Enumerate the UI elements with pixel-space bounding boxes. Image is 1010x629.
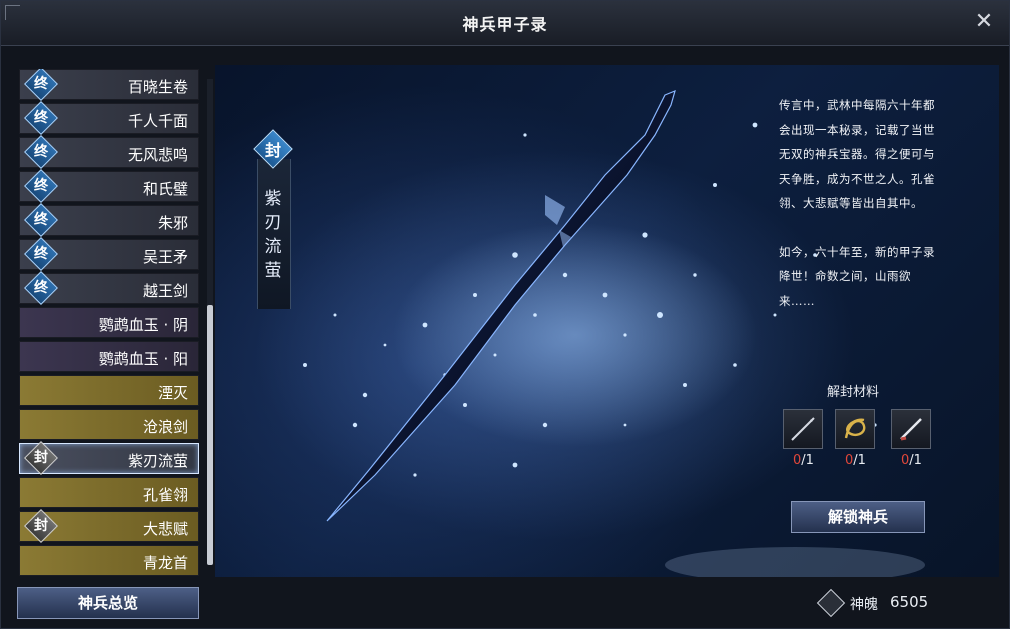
item-label: 越王剑 — [142, 282, 188, 300]
item-label: 无风悲鸣 — [127, 146, 188, 164]
material-slot[interactable] — [783, 409, 823, 449]
item-label: 朱邪 — [157, 214, 188, 232]
list-item[interactable]: 鹦鹉血玉 · 阴 — [19, 307, 199, 338]
item-label: 孔雀翎 — [142, 486, 188, 504]
item-label: 百晓生卷 — [127, 78, 188, 96]
list-item[interactable]: 终 和氏璧 — [19, 169, 199, 203]
list-item[interactable]: 鹦鹉血玉 · 阳 — [19, 341, 199, 372]
list-item[interactable]: 终 越王剑 — [19, 271, 199, 305]
lore-text: 传言中，武林中每隔六十年都会出现一本秘录，记载了当世无双的神兵宝器。得之便可与天… — [779, 93, 943, 313]
weapon-name: 紫刃流萤 — [264, 189, 282, 281]
soul-currency-icon — [816, 588, 846, 618]
item-label: 吴王矛 — [142, 248, 188, 266]
badge-text: 封 — [34, 450, 48, 466]
item-label: 鹦鹉血玉 · 阳 — [98, 350, 188, 368]
weapon-list: 终 百晓生卷 终 千人千面 终 无风悲鸣 终 和氏璧 终 朱邪 终 吴王矛 终 … — [19, 69, 199, 577]
list-item[interactable]: 终 百晓生卷 — [19, 69, 199, 101]
list-item[interactable]: 终 千人千面 — [19, 101, 199, 135]
item-label: 千人千面 — [127, 112, 188, 130]
list-item[interactable]: 孔雀翎 — [19, 477, 199, 508]
list-item[interactable]: 终 无风悲鸣 — [19, 135, 199, 169]
badge-text: 终 — [34, 110, 48, 126]
list-item[interactable]: 青龙首 — [19, 545, 199, 576]
badge-text: 终 — [34, 280, 48, 296]
item-label: 鹦鹉血玉 · 阴 — [98, 316, 188, 334]
list-item[interactable]: 封 大悲赋 — [19, 509, 199, 543]
material-slot[interactable] — [891, 409, 931, 449]
currency-label: 神魄 — [850, 597, 878, 613]
material-count: 0/1 — [793, 453, 814, 468]
materials-title: 解封材料 — [827, 385, 880, 400]
scrollbar-thumb[interactable] — [207, 305, 213, 565]
weapon-overview-button[interactable]: 神兵总览 — [17, 587, 199, 619]
material-count: 0/1 — [901, 453, 922, 468]
material-slot[interactable] — [835, 409, 875, 449]
badge-text: 封 — [34, 518, 48, 534]
banner-seal-text: 封 — [264, 141, 281, 160]
weapon-name-banner: 封 紫刃流萤 — [253, 129, 293, 321]
close-icon[interactable]: ✕ — [973, 11, 995, 33]
badge-text: 终 — [34, 212, 48, 228]
golden-rope-icon — [844, 418, 866, 439]
badge-text: 终 — [34, 178, 48, 194]
material-count: 0/1 — [845, 453, 866, 468]
needle-icon — [791, 417, 815, 441]
lore-paragraph: 如今，六十年至，新的甲子录降世！命数之间，山雨欲来…… — [779, 244, 935, 308]
title-bar: 神兵甲子录 ✕ — [1, 1, 1009, 46]
list-item[interactable]: 湮灭 — [19, 375, 199, 406]
item-label: 湮灭 — [157, 384, 188, 402]
badge-text: 终 — [34, 144, 48, 160]
item-label: 沧浪剑 — [142, 418, 188, 436]
list-item-selected[interactable]: 封 紫刃流萤 — [19, 441, 199, 475]
currency-value: 6505 — [890, 593, 929, 611]
window-title: 神兵甲子录 — [462, 15, 548, 34]
list-item[interactable]: 终 吴王矛 — [19, 237, 199, 271]
item-label: 和氏璧 — [142, 180, 188, 198]
item-label: 青龙首 — [142, 554, 188, 572]
game-window: 神兵甲子录 ✕ 终 百晓生卷 终 千人千面 终 无风悲鸣 终 和氏璧 终 朱邪 — [0, 0, 1010, 629]
list-scrollbar[interactable] — [207, 79, 213, 565]
lore-paragraph: 传言中，武林中每隔六十年都会出现一本秘录，记载了当世无双的神兵宝器。得之便可与天… — [779, 98, 935, 210]
list-item[interactable]: 沧浪剑 — [19, 409, 199, 440]
list-item[interactable]: 终 朱邪 — [19, 203, 199, 237]
badge-text: 终 — [34, 246, 48, 262]
item-label: 紫刃流萤 — [127, 452, 188, 470]
blade-icon — [900, 418, 922, 441]
unlock-weapon-button[interactable]: 解锁神兵 — [791, 501, 925, 533]
badge-text: 终 — [34, 76, 48, 92]
item-label: 大悲赋 — [142, 520, 188, 538]
